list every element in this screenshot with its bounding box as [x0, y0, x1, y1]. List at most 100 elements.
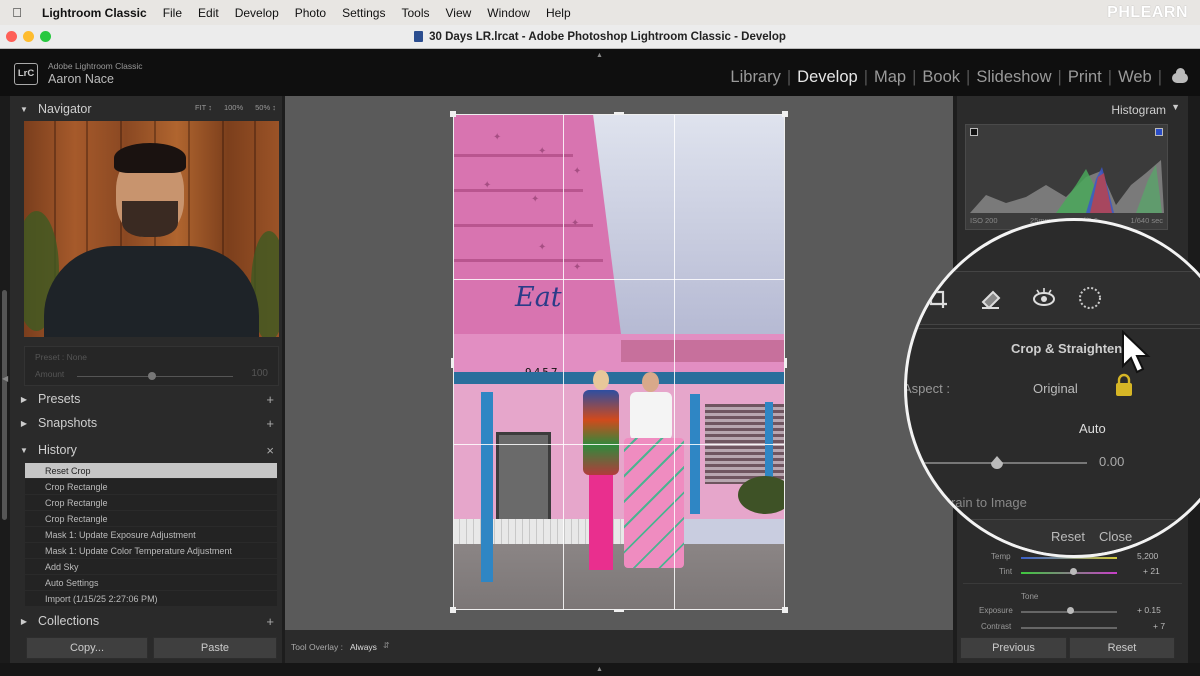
history-list: Reset Crop Crop Rectangle Crop Rectangle…	[25, 463, 277, 607]
tint-slider-track[interactable]	[1021, 572, 1117, 574]
crop-handle-top-right[interactable]	[782, 111, 788, 117]
angle-slider-thumb[interactable]	[990, 455, 1004, 469]
menu-photo[interactable]: Photo	[287, 6, 334, 20]
masking-icon[interactable]	[1077, 285, 1103, 311]
zoom-100-option[interactable]: 100%	[224, 103, 243, 112]
module-map[interactable]: Map	[868, 68, 912, 87]
module-web[interactable]: Web	[1112, 68, 1158, 87]
lightroom-window:  Lightroom Classic File Edit Develop Ph…	[0, 0, 1200, 676]
menu-view[interactable]: View	[437, 6, 479, 20]
menu-settings[interactable]: Settings	[334, 6, 393, 20]
crop-tool-icon[interactable]	[925, 286, 949, 310]
menu-file[interactable]: File	[155, 6, 190, 20]
histogram[interactable]: ISO 200 25mm f/5.6 1/640 sec	[965, 124, 1168, 230]
navigator-header[interactable]: ▼ Navigator FIT ↕ 100% 50% ↕	[10, 98, 282, 120]
top-panel-toggle-icon[interactable]: ▲	[596, 52, 603, 59]
tint-value[interactable]: + 21	[1143, 566, 1160, 576]
lock-icon[interactable]	[1113, 373, 1135, 397]
close-window-button[interactable]	[6, 31, 17, 42]
contrast-slider-track[interactable]	[1021, 627, 1117, 629]
menu-tools[interactable]: Tools	[393, 6, 437, 20]
history-item[interactable]: Crop Rectangle	[25, 479, 277, 495]
history-item[interactable]: Import (1/15/25 2:27:06 PM)	[25, 591, 277, 607]
collapse-triangle-icon: ▼	[20, 445, 28, 455]
module-library[interactable]: Library	[724, 68, 786, 87]
left-panel-toggle-icon[interactable]: ◀	[2, 374, 8, 383]
crop-handle-bottom-left[interactable]	[450, 607, 456, 613]
add-preset-icon[interactable]: +	[266, 392, 274, 407]
add-snapshot-icon[interactable]: +	[266, 416, 274, 431]
module-book[interactable]: Book	[916, 68, 966, 87]
module-develop[interactable]: Develop	[791, 68, 864, 87]
presets-header[interactable]: ▶ Presets +	[10, 388, 282, 410]
navigator-title: Navigator	[38, 102, 92, 116]
window-titlebar: 30 Days LR.lrcat - Adobe Photoshop Light…	[0, 25, 1200, 49]
crop-handle-bottom-right[interactable]	[782, 607, 788, 613]
app-name-label: Adobe Lightroom Classic	[48, 61, 143, 71]
history-item[interactable]: Crop Rectangle	[25, 495, 277, 511]
history-item[interactable]: Mask 1: Update Color Temperature Adjustm…	[25, 543, 277, 559]
window-controls	[6, 31, 51, 42]
exposure-value[interactable]: + 0.15	[1137, 605, 1161, 615]
module-slideshow[interactable]: Slideshow	[970, 68, 1057, 87]
previous-button[interactable]: Previous	[960, 637, 1067, 659]
history-item[interactable]: Mask 1: Update Exposure Adjustment	[25, 527, 277, 543]
reset-button[interactable]: Reset	[1069, 637, 1175, 659]
menu-window[interactable]: Window	[479, 6, 538, 20]
left-scrollbar[interactable]	[2, 290, 7, 520]
angle-value[interactable]: 0.00	[1099, 454, 1124, 469]
amount-slider-thumb[interactable]	[148, 372, 156, 380]
histogram-title[interactable]: Histogram	[1111, 103, 1166, 117]
clear-history-icon[interactable]: ×	[266, 443, 274, 458]
preset-label: Preset : None	[35, 352, 87, 362]
expand-triangle-icon: ▶	[20, 418, 28, 428]
zoom-fit-option[interactable]: FIT ↕	[195, 103, 212, 112]
zoom-50-option[interactable]: 50% ↕	[255, 103, 276, 112]
history-item[interactable]: Auto Settings	[25, 575, 277, 591]
right-bottom-buttons: Previous Reset	[957, 634, 1188, 663]
auto-straighten-button[interactable]: Auto	[1079, 421, 1106, 436]
presenter-body	[44, 246, 259, 337]
history-item[interactable]: Reset Crop	[25, 463, 277, 479]
paste-settings-button[interactable]: Paste	[153, 637, 277, 659]
crop-handle-top-left[interactable]	[450, 111, 456, 117]
healing-eraser-icon[interactable]	[979, 286, 1003, 310]
tool-overlay-select[interactable]: Always	[350, 642, 377, 652]
crop-close-button[interactable]: Close	[1099, 529, 1132, 544]
menu-develop[interactable]: Develop	[227, 6, 287, 20]
navigator-preview-webcam[interactable]	[24, 121, 279, 337]
constrain-to-image-label[interactable]: Constrain to Image	[917, 495, 1027, 510]
history-item[interactable]: Add Sky	[25, 559, 277, 575]
minimize-window-button[interactable]	[23, 31, 34, 42]
history-item[interactable]: Crop Rectangle	[25, 511, 277, 527]
menu-app-name[interactable]: Lightroom Classic	[34, 6, 155, 20]
aspect-select[interactable]: Original	[1033, 381, 1078, 396]
crop-handle-bottom[interactable]	[614, 609, 624, 612]
red-eye-icon[interactable]	[1031, 286, 1057, 310]
chevron-updown-icon[interactable]: ⇵	[383, 641, 390, 650]
snapshots-header[interactable]: ▶ Snapshots +	[10, 412, 282, 434]
zoom-window-button[interactable]	[40, 31, 51, 42]
cloud-sync-icon[interactable]	[1172, 67, 1188, 83]
crop-overlay-frame[interactable]	[453, 114, 785, 610]
apple-menu-icon[interactable]: 	[0, 5, 34, 20]
crop-reset-button[interactable]: Reset	[1051, 529, 1085, 544]
module-print[interactable]: Print	[1062, 68, 1108, 87]
crop-panel-title[interactable]: Crop & Straighten	[1011, 341, 1122, 356]
collapse-triangle-icon[interactable]: ▼	[1171, 102, 1180, 112]
mouse-pointer-icon	[1122, 330, 1151, 374]
add-collection-icon[interactable]: +	[266, 614, 274, 629]
navigator-zoom-options: FIT ↕ 100% 50% ↕	[195, 103, 276, 112]
exposure-label: Exposure	[979, 606, 1013, 615]
collections-header[interactable]: ▶ Collections +	[10, 610, 282, 632]
tone-section-label: Tone	[1021, 592, 1039, 601]
filmstrip-toggle-icon[interactable]: ▲	[596, 666, 603, 673]
copy-settings-button[interactable]: Copy...	[26, 637, 148, 659]
contrast-value[interactable]: + 7	[1153, 621, 1165, 631]
crop-handle-right[interactable]	[784, 358, 787, 368]
menu-edit[interactable]: Edit	[190, 6, 227, 20]
crop-handle-top[interactable]	[614, 112, 624, 115]
menu-help[interactable]: Help	[538, 6, 579, 20]
history-header[interactable]: ▼ History ×	[10, 439, 282, 461]
crop-handle-left[interactable]	[451, 358, 454, 368]
